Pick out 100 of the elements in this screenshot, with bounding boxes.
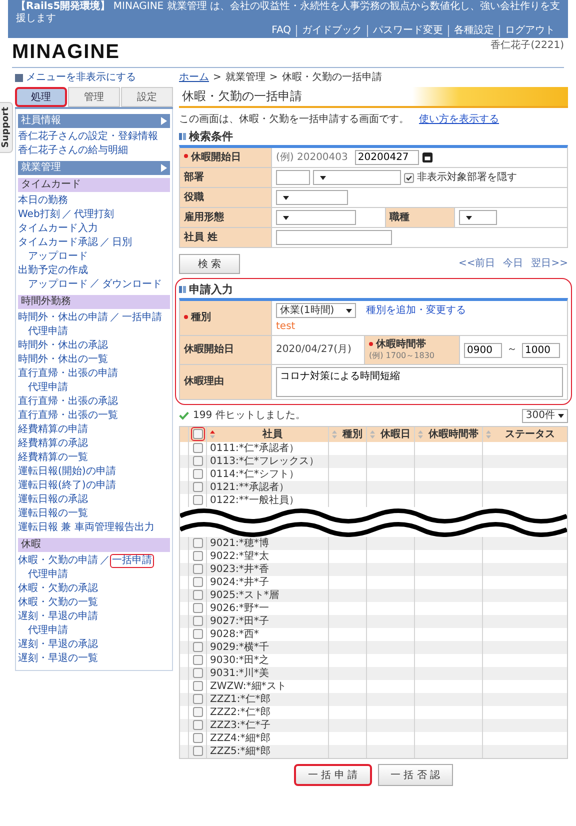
menu-link[interactable]: 時間外・休出の一覧: [16, 353, 110, 367]
row-checkbox[interactable]: [192, 443, 202, 454]
column-header[interactable]: 社員: [206, 426, 328, 442]
row-checkbox[interactable]: [192, 694, 202, 704]
row-checkbox[interactable]: [192, 720, 202, 730]
menu-link[interactable]: 代理申請: [26, 624, 70, 638]
hide-menu-link[interactable]: メニューを非表示にする: [26, 72, 136, 84]
menu-tab[interactable]: 管理: [68, 87, 120, 107]
employment-select[interactable]: [276, 210, 356, 226]
menu-link[interactable]: 遅刻・早退の一覧: [16, 652, 100, 666]
position-select[interactable]: [276, 190, 348, 206]
menu-tab[interactable]: 処理: [15, 87, 67, 107]
date-nav-link[interactable]: 今日: [503, 258, 524, 270]
menu-link[interactable]: 休暇・欠勤の申請: [16, 554, 100, 568]
menu-link[interactable]: 代理打刻: [72, 208, 116, 222]
row-checkbox[interactable]: [192, 482, 202, 492]
row-checkbox[interactable]: [192, 616, 202, 626]
support-tab[interactable]: Support: [0, 102, 13, 153]
code-field[interactable]: [276, 170, 310, 186]
breadcrumb-link[interactable]: ホーム: [179, 72, 209, 84]
row-checkbox[interactable]: [192, 629, 202, 640]
action-button[interactable]: 一 括 否 認: [378, 764, 454, 786]
menu-link[interactable]: タイムカード入力: [16, 222, 100, 236]
menu-link[interactable]: 代理申請: [26, 325, 70, 339]
header-link[interactable]: ログアウト: [499, 25, 560, 37]
menu-link[interactable]: 代理申請: [26, 568, 70, 582]
menu-link[interactable]: 一括申請: [110, 554, 154, 568]
last-name-field[interactable]: [276, 230, 392, 246]
menu-link[interactable]: 代理申請: [26, 381, 70, 395]
row-checkbox[interactable]: [192, 733, 202, 744]
menu-tab[interactable]: 設定: [121, 87, 173, 107]
column-header[interactable]: 休暇日: [366, 426, 414, 442]
menu-link[interactable]: 遅刻・早退の承認: [16, 638, 100, 652]
menu-link[interactable]: アップロード: [26, 250, 90, 264]
per-page-select[interactable]: 300件: [522, 408, 568, 423]
sort-icon[interactable]: [332, 430, 337, 439]
menu-link[interactable]: 経費精算の一覧: [16, 451, 90, 465]
header-link[interactable]: パスワード変更: [367, 25, 448, 37]
checkbox[interactable]: [404, 172, 414, 183]
date-field[interactable]: 20200427: [354, 150, 419, 166]
row-checkbox[interactable]: [192, 642, 202, 652]
row-checkbox[interactable]: [192, 456, 202, 466]
row-checkbox[interactable]: [192, 577, 202, 588]
row-checkbox[interactable]: [192, 655, 202, 666]
header-link[interactable]: FAQ: [266, 25, 296, 37]
menu-link[interactable]: 運転日報の一覧: [16, 507, 90, 521]
menu-link[interactable]: 経費精算の申請: [16, 423, 90, 437]
menu-link[interactable]: 香仁花子さんの給与明細: [16, 144, 130, 158]
type-select[interactable]: 休業(1時間): [276, 303, 356, 318]
sort-icon[interactable]: [486, 430, 491, 439]
menu-link[interactable]: 一括申請: [120, 311, 164, 325]
row-checkbox[interactable]: [192, 681, 202, 692]
edit-type-link[interactable]: 種別を追加・変更する: [366, 304, 466, 317]
row-checkbox[interactable]: [192, 668, 202, 678]
calendar-icon[interactable]: [422, 152, 433, 164]
menu-link[interactable]: アップロード: [26, 278, 90, 292]
menu-link[interactable]: タイムカード承認: [16, 236, 100, 250]
menu-link[interactable]: 運転日報(終了)の申請: [16, 479, 118, 493]
menu-link[interactable]: 運転日報 兼 車両管理報告出力: [16, 521, 156, 535]
time-to-field[interactable]: 1000: [522, 342, 560, 358]
row-checkbox[interactable]: [192, 590, 202, 600]
menu-link[interactable]: 経費精算の承認: [16, 437, 90, 451]
sort-icon[interactable]: [418, 430, 423, 439]
menu-link[interactable]: 日別: [110, 236, 134, 250]
menu-link[interactable]: 時間外・休出の申請: [16, 311, 110, 325]
menu-link[interactable]: 出勤予定の作成: [16, 264, 90, 278]
row-checkbox[interactable]: [192, 603, 202, 614]
menu-link[interactable]: 直行直帰・出張の承認: [16, 395, 120, 409]
column-header[interactable]: ステータス: [482, 426, 567, 442]
row-checkbox[interactable]: [192, 469, 202, 480]
time-from-field[interactable]: 0900: [464, 342, 502, 358]
menu-link[interactable]: 運転日報の承認: [16, 493, 90, 507]
header-link[interactable]: ガイドブック: [296, 25, 367, 37]
header-link[interactable]: 各種設定: [448, 25, 499, 37]
date-nav-link[interactable]: 翌日>>: [531, 258, 568, 270]
menu-link[interactable]: 時間外・休出の承認: [16, 339, 110, 353]
column-header[interactable]: 休暇時間帯: [414, 426, 482, 442]
menu-link[interactable]: Web打刻: [16, 208, 62, 222]
reason-field[interactable]: コロナ対策による時間短縮: [276, 366, 563, 397]
search-button[interactable]: 検 索: [179, 254, 240, 274]
menu-link[interactable]: 直行直帰・出張の一覧: [16, 409, 120, 423]
menu-link[interactable]: 本日の勤務: [16, 194, 70, 208]
row-checkbox[interactable]: [192, 707, 202, 718]
menu-link[interactable]: ダウンロード: [100, 278, 164, 292]
menu-link[interactable]: 香仁花子さんの設定・登録情報: [16, 130, 160, 144]
menu-link[interactable]: 休暇・欠勤の承認: [16, 582, 100, 596]
row-checkbox[interactable]: [192, 564, 202, 574]
sort-icon[interactable]: [370, 430, 375, 439]
menu-link[interactable]: 直行直帰・出張の申請: [16, 367, 120, 381]
help-link[interactable]: 使い方を表示する: [419, 114, 499, 126]
row-checkbox[interactable]: [192, 551, 202, 562]
job-type-select[interactable]: [458, 210, 496, 226]
row-checkbox[interactable]: [192, 495, 202, 506]
menu-link[interactable]: 休暇・欠勤の一覧: [16, 596, 100, 610]
sort-icon[interactable]: [210, 430, 215, 439]
date-nav-link[interactable]: <<前日: [458, 258, 496, 270]
menu-link[interactable]: 運転日報(開始)の申請: [16, 465, 118, 479]
menu-link[interactable]: 遅刻・早退の申請: [16, 610, 100, 624]
column-header[interactable]: 種別: [328, 426, 366, 442]
row-checkbox[interactable]: [192, 746, 202, 756]
